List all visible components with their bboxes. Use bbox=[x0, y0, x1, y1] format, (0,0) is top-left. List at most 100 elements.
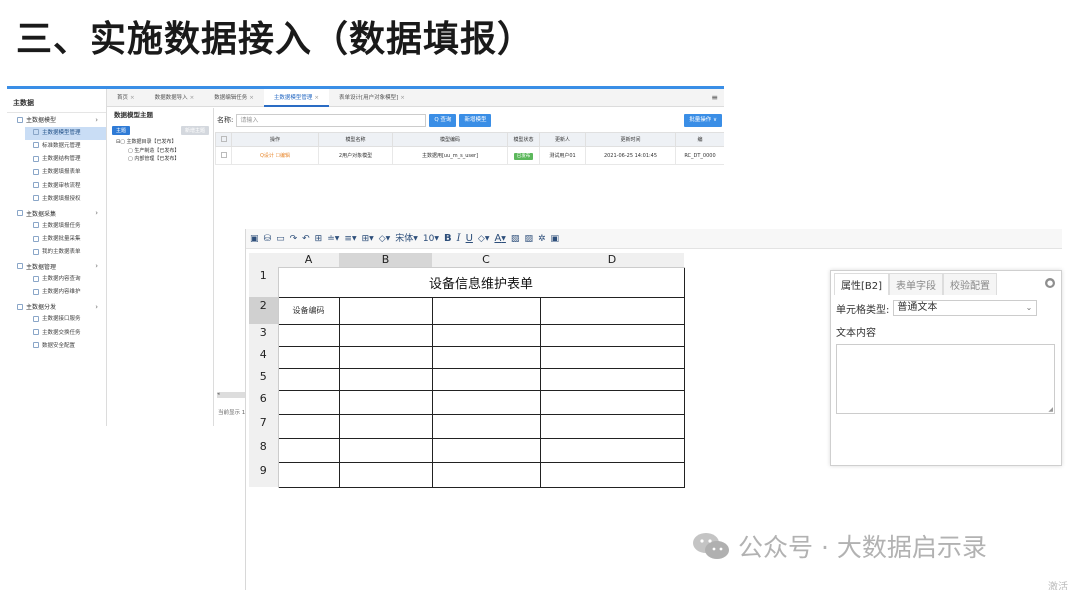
italic-button[interactable]: I bbox=[457, 229, 461, 249]
grid-cell[interactable] bbox=[431, 345, 541, 369]
column-header-b[interactable]: B bbox=[339, 253, 432, 268]
grid-cell[interactable] bbox=[277, 461, 340, 488]
grid-cell[interactable] bbox=[277, 367, 340, 391]
grid-cell[interactable] bbox=[338, 461, 433, 488]
row-header[interactable]: 2 bbox=[249, 297, 279, 324]
tab-form-fields[interactable]: 表单字段 bbox=[889, 273, 944, 295]
preview-icon[interactable]: ▣ bbox=[250, 229, 259, 249]
sidebar-item[interactable]: 数据安全配置 bbox=[7, 340, 106, 353]
row-header[interactable]: 3 bbox=[249, 324, 279, 346]
sidebar-item[interactable]: 主数据内容维护 bbox=[7, 286, 106, 299]
grid-cell[interactable] bbox=[338, 413, 433, 439]
grid-cell[interactable] bbox=[431, 437, 541, 463]
sidebar-item[interactable]: 主数据填报任务 bbox=[7, 220, 106, 233]
batch-actions-button[interactable]: 批量操作 ∨ bbox=[684, 113, 722, 127]
grid-cell[interactable] bbox=[431, 296, 541, 325]
tab-home[interactable]: 首页 × bbox=[107, 89, 145, 107]
row-header[interactable]: 7 bbox=[249, 414, 279, 438]
search-input[interactable]: 请输入 bbox=[236, 113, 427, 127]
grid-cell[interactable] bbox=[431, 413, 541, 439]
grid-cell[interactable] bbox=[338, 323, 433, 347]
row-header[interactable]: 9 bbox=[249, 462, 279, 487]
font-color-button[interactable]: A▼ bbox=[494, 229, 505, 249]
image-icon[interactable]: ▨ bbox=[524, 229, 533, 249]
sidebar-item[interactable]: 主数据内容查询 bbox=[7, 273, 106, 286]
grid-cell[interactable] bbox=[539, 461, 685, 488]
grid-cell[interactable] bbox=[277, 389, 340, 415]
sidebar-item[interactable]: 主数据结构管理 bbox=[7, 153, 106, 166]
align-middle-icon[interactable]: ≡▼ bbox=[344, 229, 356, 249]
grid-cell[interactable] bbox=[539, 367, 685, 391]
grid-cell[interactable] bbox=[431, 389, 541, 415]
tree-node[interactable]: ⊟▢ 主数据目录【已发布】 bbox=[108, 138, 213, 147]
sidebar-item[interactable]: 主数据接口服务 bbox=[7, 313, 106, 326]
grid-cell[interactable] bbox=[539, 413, 685, 439]
tree-node[interactable]: ▢ 内部管理【已发布】 bbox=[108, 155, 213, 164]
sidebar-item[interactable]: 我的主数据表单 bbox=[7, 246, 106, 259]
grid-cell[interactable] bbox=[539, 323, 685, 347]
save-icon[interactable]: ▭ bbox=[276, 229, 285, 249]
add-model-button[interactable]: 新增模型 bbox=[459, 113, 492, 127]
row-header[interactable]: 4 bbox=[249, 346, 279, 368]
grid-cell[interactable] bbox=[338, 345, 433, 369]
query-button[interactable]: Q 查询 bbox=[429, 113, 457, 127]
grid-cell[interactable] bbox=[539, 345, 685, 369]
sidebar-group[interactable]: 主数据模型 › bbox=[7, 113, 106, 127]
row-header[interactable]: 5 bbox=[249, 368, 279, 390]
row-checkbox[interactable] bbox=[215, 146, 232, 165]
grid-cell[interactable] bbox=[431, 461, 541, 488]
grid-cell[interactable] bbox=[338, 367, 433, 391]
hamburger-menu-icon[interactable]: ≡ bbox=[711, 93, 718, 102]
export-icon[interactable]: ▣ bbox=[551, 229, 560, 249]
merge-cells-icon[interactable]: ⊞ bbox=[315, 229, 323, 249]
device-code-label-cell[interactable]: 设备编码 bbox=[277, 296, 340, 325]
grid-cell[interactable] bbox=[539, 389, 685, 415]
tab-data-import[interactable]: 数据数据导入 × bbox=[145, 89, 205, 107]
tab-model-management[interactable]: 主数据模型管理 × bbox=[263, 89, 329, 107]
redo-icon[interactable]: ↷ bbox=[290, 229, 298, 249]
fill-color-icon[interactable]: ◇▼ bbox=[379, 229, 391, 249]
grid-cell[interactable] bbox=[277, 413, 340, 439]
grid-cell[interactable] bbox=[277, 437, 340, 463]
underline-button[interactable]: U bbox=[466, 229, 473, 249]
column-header-a[interactable]: A bbox=[278, 253, 339, 268]
cell-type-select[interactable]: 普通文本 ⌄ bbox=[893, 300, 1038, 316]
add-theme-button[interactable]: 新增主题 bbox=[180, 125, 209, 135]
font-family-select[interactable]: 宋体▼ bbox=[395, 229, 418, 249]
row-header[interactable]: 1 bbox=[249, 267, 279, 297]
grid-cell[interactable] bbox=[338, 296, 433, 325]
text-content-textarea[interactable]: ◢ bbox=[836, 344, 1055, 414]
sidebar-group[interactable]: 主数据管理 › bbox=[7, 260, 106, 274]
row-header[interactable]: 6 bbox=[249, 390, 279, 414]
sidebar-item[interactable]: 主数据交换任务 bbox=[7, 327, 106, 340]
select-all-checkbox[interactable] bbox=[215, 132, 232, 147]
close-icon[interactable]: ● bbox=[1045, 278, 1055, 288]
align-center-icon[interactable]: ≐▼ bbox=[327, 229, 339, 249]
column-header-c[interactable]: C bbox=[432, 253, 540, 268]
column-header-d[interactable]: D bbox=[540, 253, 684, 268]
database-icon[interactable]: ⛁ bbox=[264, 229, 272, 249]
border-icon[interactable]: ⊞▼ bbox=[362, 229, 374, 249]
row-header[interactable]: 8 bbox=[249, 438, 279, 462]
sidebar-item[interactable]: 主数据填报授权 bbox=[7, 193, 106, 206]
tab-cell-properties[interactable]: 属性[B2] bbox=[834, 273, 890, 295]
sidebar-item[interactable]: 标准数据元管理 bbox=[7, 140, 106, 153]
theme-dropdown-button[interactable]: 主题 bbox=[112, 125, 131, 135]
undo-icon[interactable]: ↶ bbox=[302, 229, 310, 249]
grid-cell[interactable] bbox=[431, 367, 541, 391]
sidebar-item[interactable]: 主数据批量采集 bbox=[7, 233, 106, 246]
grid-cell[interactable] bbox=[431, 323, 541, 347]
tab-form-design[interactable]: 表单设计[用户对象模型] × bbox=[329, 89, 415, 107]
sidebar-item[interactable]: 主数据填报表单 bbox=[7, 166, 106, 179]
gear-icon[interactable]: ✲ bbox=[538, 229, 546, 249]
grid-cell[interactable] bbox=[277, 323, 340, 347]
tree-node[interactable]: ▢ 生产制造【已发布】 bbox=[108, 147, 213, 156]
grid-cell[interactable] bbox=[539, 296, 685, 325]
sidebar-item[interactable]: 主数据模型管理 bbox=[25, 126, 106, 140]
sidebar-item[interactable]: 主数据审核流程 bbox=[7, 180, 106, 193]
tab-validation-config[interactable]: 校验配置 bbox=[943, 273, 998, 295]
grid-cell[interactable] bbox=[338, 389, 433, 415]
grid-cell[interactable] bbox=[338, 437, 433, 463]
sidebar-group[interactable]: 主数据采集 › bbox=[7, 206, 106, 220]
bucket-icon[interactable]: ◇▼ bbox=[478, 229, 490, 249]
